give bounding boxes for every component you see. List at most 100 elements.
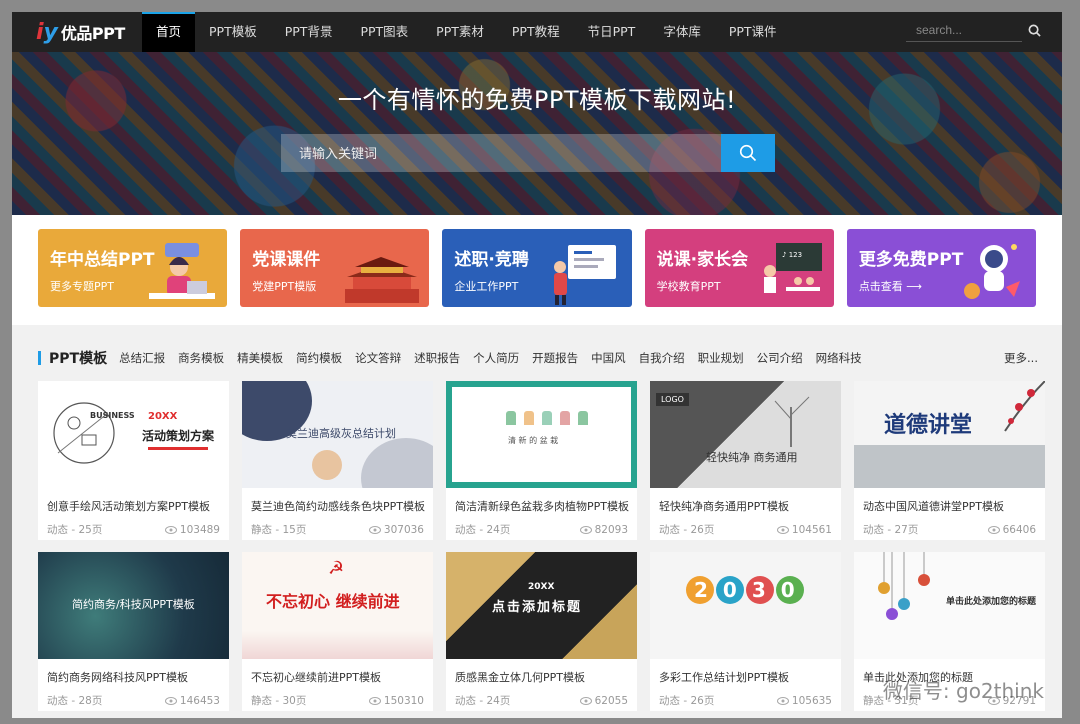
hero-search-button[interactable] xyxy=(721,134,775,172)
wechat-watermark: 微信号: go2think xyxy=(882,679,1044,703)
category-job-report[interactable]: 述职报告 xyxy=(414,350,460,366)
template-card[interactable]: 道德讲堂 动态中国风道德讲堂PPT模板 动态 - 27页 66406 xyxy=(854,381,1045,540)
card-type-pages: 动态 - 26页 xyxy=(659,524,715,536)
thumb-text: 轻快纯净 商务通用 xyxy=(706,451,798,464)
category-company-intro[interactable]: 公司介绍 xyxy=(757,350,803,366)
template-thumbnail[interactable]: 20XX 点击添加标题 xyxy=(446,552,637,659)
template-card[interactable]: ☭ 不忘初心 继续前进 不忘初心继续前进PPT模板 静态 - 30页 15031… xyxy=(242,552,433,711)
template-card[interactable]: BUSINESS 20XX 活动策划方案 创意手绘风活动策划方案PPT模板 动态… xyxy=(38,381,229,540)
template-thumbnail[interactable]: 单击此处添加您的标题 xyxy=(854,552,1045,659)
nav-item-ppt-courseware[interactable]: PPT课件 xyxy=(715,12,791,52)
eye-icon xyxy=(579,525,592,534)
category-network-tech[interactable]: 网络科技 xyxy=(816,350,862,366)
plant-icon xyxy=(542,411,552,425)
category-resume[interactable]: 个人简历 xyxy=(473,350,519,366)
banner-more-free-ppt[interactable]: 更多免费PPT 点击查看 ⟶ xyxy=(846,229,1037,307)
card-title[interactable]: 多彩工作总结计划PPT模板 xyxy=(650,659,841,685)
top-search xyxy=(906,18,1046,42)
template-thumbnail[interactable]: 清 新 的 盆 栽 xyxy=(446,381,637,488)
banner-subtitle: 点击查看 ⟶ xyxy=(858,280,923,293)
heading-accent-bar xyxy=(38,351,41,365)
banner-job-review[interactable]: 述职·竞聘 企业工作PPT xyxy=(442,229,632,307)
template-section: PPT模板 总结汇报 商务模板 精美模板 简约模板 论文答辩 述职报告 个人简历… xyxy=(12,325,1062,718)
logo-mark-icon: iy xyxy=(36,19,58,45)
card-type-pages: 静态 - 15页 xyxy=(251,524,307,536)
card-title[interactable]: 轻快纯净商务通用PPT模板 xyxy=(650,488,841,514)
nav-item-ppt-templates[interactable]: PPT模板 xyxy=(195,12,271,52)
card-type-pages: 动态 - 24页 xyxy=(455,695,511,707)
template-thumbnail[interactable]: 道德讲堂 xyxy=(854,381,1045,488)
card-title[interactable]: 简约商务网络科技风PPT模板 xyxy=(38,659,229,685)
category-chinese-style[interactable]: 中国风 xyxy=(591,350,626,366)
thumb-text: 活动策划方案 xyxy=(142,429,215,443)
nav-item-ppt-backgrounds[interactable]: PPT背景 xyxy=(271,12,347,52)
section-title: PPT模板 xyxy=(49,351,108,367)
template-thumbnail[interactable]: 2030 xyxy=(650,552,841,659)
nav-item-ppt-charts[interactable]: PPT图表 xyxy=(346,12,422,52)
template-thumbnail[interactable]: 莫兰迪高级灰总结计划 xyxy=(242,381,433,488)
template-card[interactable]: 20XX 点击添加标题 质感黑金立体几何PPT模板 动态 - 24页 62055 xyxy=(446,552,637,711)
nav-item-holiday-ppt[interactable]: 节日PPT xyxy=(574,12,650,52)
template-card[interactable]: 莫兰迪高级灰总结计划 莫兰迪色简约动感线条色块PPT模板 静态 - 15页 30… xyxy=(242,381,433,540)
thumb-shape xyxy=(242,631,433,659)
category-exquisite[interactable]: 精美模板 xyxy=(237,350,283,366)
category-business[interactable]: 商务模板 xyxy=(178,350,224,366)
banner-subtitle: 企业工作PPT xyxy=(454,280,519,293)
card-meta: 动态 - 28页 146453 xyxy=(38,685,229,708)
card-views: 307036 xyxy=(368,524,424,536)
view-count: 105635 xyxy=(791,694,832,707)
top-search-input[interactable] xyxy=(906,18,1022,42)
nav-item-fonts[interactable]: 字体库 xyxy=(649,12,715,52)
nav-item-home[interactable]: 首页 xyxy=(142,12,196,52)
category-simple[interactable]: 简约模板 xyxy=(296,350,342,366)
template-card[interactable]: 清 新 的 盆 栽 简洁清新绿色盆栽多肉植物PPT模板 动态 - 24页 820… xyxy=(446,381,637,540)
hero-search-input[interactable] xyxy=(281,134,721,172)
card-title[interactable]: 动态中国风道德讲堂PPT模板 xyxy=(854,488,1045,514)
template-thumbnail[interactable]: 简约商务/科技风PPT模板 xyxy=(38,552,229,659)
card-title[interactable]: 简洁清新绿色盆栽多肉植物PPT模板 xyxy=(446,488,637,514)
template-card[interactable]: LOGO 轻快纯净 商务通用 轻快纯净商务通用PPT模板 动态 - 26页 10… xyxy=(650,381,841,540)
template-thumbnail[interactable]: BUSINESS 20XX 活动策划方案 xyxy=(38,381,229,488)
card-title[interactable]: 质感黑金立体几何PPT模板 xyxy=(446,659,637,685)
category-more-link[interactable]: 更多... xyxy=(1004,350,1038,366)
card-title[interactable]: 莫兰迪色简约动感线条色块PPT模板 xyxy=(242,488,433,514)
template-thumbnail[interactable]: ☭ 不忘初心 继续前进 xyxy=(242,552,433,659)
search-icon[interactable] xyxy=(1022,18,1046,42)
template-card[interactable]: 简约商务/科技风PPT模板 简约商务网络科技风PPT模板 动态 - 28页 14… xyxy=(38,552,229,711)
card-title[interactable]: 不忘初心继续前进PPT模板 xyxy=(242,659,433,685)
card-type-pages: 动态 - 26页 xyxy=(659,695,715,707)
tiananmen-icon xyxy=(345,257,420,303)
card-type-pages: 动态 - 25页 xyxy=(47,524,103,536)
category-self-intro[interactable]: 自我介绍 xyxy=(639,350,685,366)
nav-item-ppt-tutorials[interactable]: PPT教程 xyxy=(498,12,574,52)
category-career-plan[interactable]: 职业规划 xyxy=(698,350,744,366)
category-summary-report[interactable]: 总结汇报 xyxy=(119,350,165,366)
thumb-text: 20XX xyxy=(148,411,178,422)
banner-party-course[interactable]: 党课课件 党建PPT模版 xyxy=(240,229,430,307)
card-meta: 动态 - 26页 105635 xyxy=(650,685,841,708)
plum-blossom-icon xyxy=(1004,381,1045,432)
thumb-shape xyxy=(312,450,342,480)
site-logo[interactable]: iy 优品PPT xyxy=(12,12,142,52)
banner-lecture-parents-meeting[interactable]: 说课·家长会 学校教育PPT ♪ 123 xyxy=(644,229,834,307)
category-proposal-report[interactable]: 开题报告 xyxy=(532,350,578,366)
card-meta: 动态 - 24页 62055 xyxy=(446,685,637,708)
hero-search xyxy=(281,134,775,172)
thumb-text: 清 新 的 盆 栽 xyxy=(508,436,559,445)
plant-icon xyxy=(560,411,570,425)
banner-title: 更多免费PPT xyxy=(858,250,964,270)
card-title[interactable]: 创意手绘风活动策划方案PPT模板 xyxy=(38,488,229,514)
card-meta: 动态 - 24页 82093 xyxy=(446,514,637,537)
card-views: 66406 xyxy=(987,524,1036,536)
category-thesis-defense[interactable]: 论文答辩 xyxy=(355,350,401,366)
thumb-text: BUSINESS xyxy=(90,411,135,420)
card-views: 62055 xyxy=(579,695,628,707)
thumb-text: LOGO xyxy=(656,393,689,406)
nav-item-ppt-materials[interactable]: PPT素材 xyxy=(422,12,498,52)
promo-banners: 年中总结PPT 更多专题PPT 党课课件 党建PPT模版 述职·竞聘 企业工作P… xyxy=(12,215,1062,325)
banner-mid-year-summary[interactable]: 年中总结PPT 更多专题PPT xyxy=(38,229,228,307)
template-thumbnail[interactable]: LOGO 轻快纯净 商务通用 xyxy=(650,381,841,488)
hero-banner: 一个有情怀的免费PPT模板下载网站! xyxy=(12,52,1062,215)
banner-subtitle: 学校教育PPT xyxy=(656,280,721,293)
template-card[interactable]: 2030 多彩工作总结计划PPT模板 动态 - 26页 105635 xyxy=(650,552,841,711)
